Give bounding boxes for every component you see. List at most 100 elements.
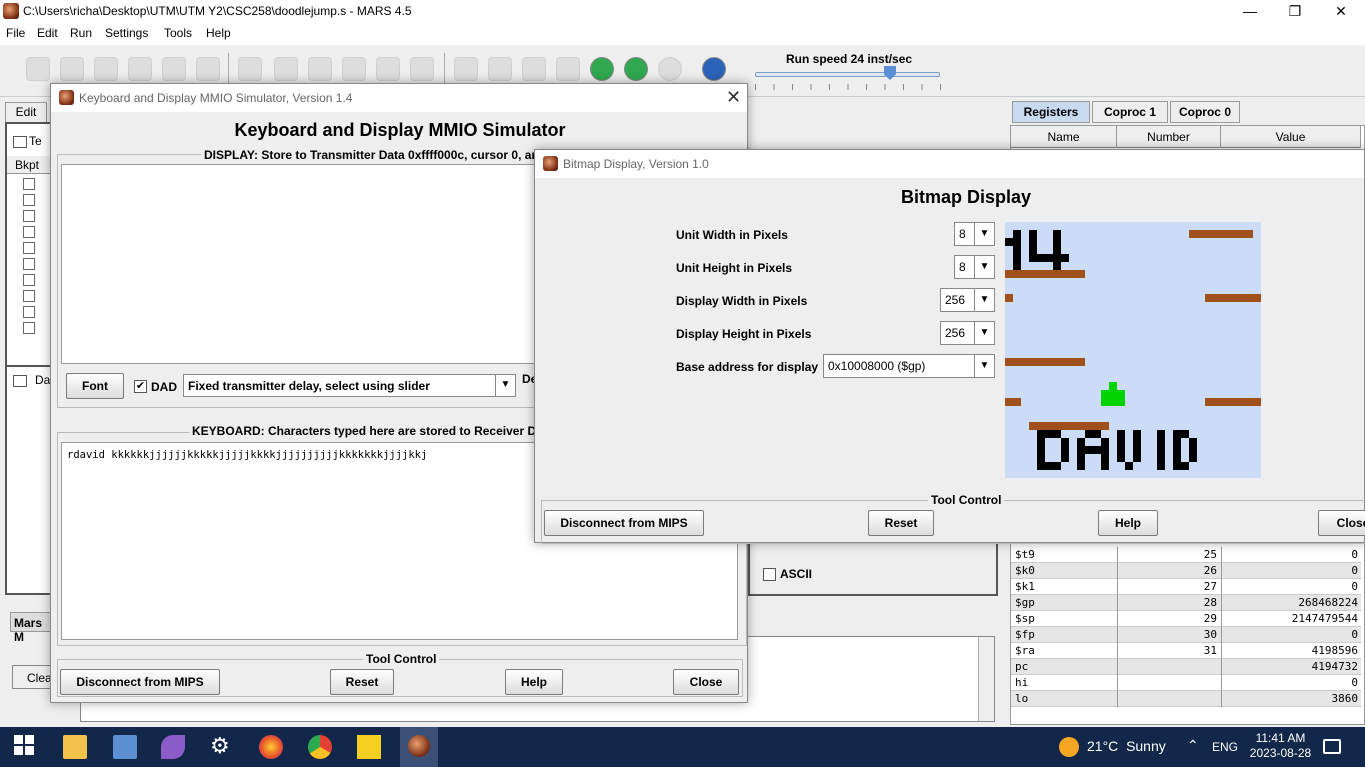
backstep-icon[interactable]: [556, 57, 580, 81]
clear-button[interactable]: Clea: [12, 665, 52, 689]
table-row[interactable]: $k1 27 0: [1011, 579, 1361, 595]
transmitter-delay-select[interactable]: Fixed transmitter delay, select using sl…: [183, 374, 516, 397]
close-button[interactable]: Close: [673, 669, 739, 695]
undo-icon[interactable]: [238, 57, 262, 81]
menu-run[interactable]: Run: [70, 26, 92, 40]
reset-button[interactable]: Reset: [868, 510, 934, 536]
table-row[interactable]: pc 4194732: [1011, 659, 1361, 675]
chrome-icon[interactable]: [308, 735, 332, 759]
text-segment-tab[interactable]: Te: [29, 134, 42, 148]
table-row[interactable]: $gp 28 268468224: [1011, 595, 1361, 611]
ascii-checkbox[interactable]: [763, 568, 776, 581]
breakpoint-checkbox[interactable]: [23, 226, 35, 238]
minimize-button[interactable]: —: [1227, 0, 1273, 23]
print-icon[interactable]: [196, 57, 220, 81]
breakpoint-checkbox[interactable]: [23, 178, 35, 190]
menu-edit[interactable]: Edit: [37, 26, 58, 40]
base-address-select[interactable]: 0x10008000 ($gp) ▼: [823, 354, 995, 378]
menu-settings[interactable]: Settings: [105, 26, 148, 40]
close-window-button[interactable]: ✕: [1318, 0, 1364, 23]
open-file-icon[interactable]: [60, 57, 84, 81]
save-file-icon[interactable]: [94, 57, 118, 81]
language-indicator[interactable]: ENG: [1212, 740, 1238, 754]
tab-registers[interactable]: Registers: [1012, 101, 1090, 123]
desktop-app-icon[interactable]: [113, 735, 137, 759]
dump-memory-icon[interactable]: [162, 57, 186, 81]
assemble-icon[interactable]: [454, 57, 478, 81]
font-button[interactable]: Font: [66, 373, 124, 399]
redo-icon[interactable]: [274, 57, 298, 81]
breakpoint-checkbox[interactable]: [23, 242, 35, 254]
table-row[interactable]: $sp 29 2147479544: [1011, 611, 1361, 627]
disconnect-from-mips-button[interactable]: Disconnect from MIPS: [60, 669, 220, 695]
table-row[interactable]: hi 0: [1011, 675, 1361, 691]
step-icon[interactable]: [522, 57, 546, 81]
sticky-notes-icon[interactable]: [357, 735, 381, 759]
settings-gear-icon[interactable]: ⚙: [210, 735, 234, 759]
table-row[interactable]: $k0 26 0: [1011, 563, 1361, 579]
weather-widget[interactable]: 21°C Sunny: [1087, 738, 1166, 754]
menu-file[interactable]: File: [6, 26, 25, 40]
clock[interactable]: 11:41 AM 2023-08-28: [1248, 731, 1313, 761]
windows-start-icon[interactable]: [14, 735, 38, 759]
file-explorer-icon[interactable]: [63, 735, 87, 759]
tab-edit[interactable]: Edit: [5, 102, 47, 122]
chevron-down-icon[interactable]: ▼: [974, 256, 994, 278]
maximize-button[interactable]: ❐: [1272, 0, 1318, 23]
new-file-icon[interactable]: [26, 57, 50, 81]
tab-coproc1[interactable]: Coproc 1: [1092, 101, 1168, 123]
breakpoint-checkbox[interactable]: [23, 274, 35, 286]
copy-icon[interactable]: [342, 57, 366, 81]
help-button[interactable]: Help: [1098, 510, 1158, 536]
column-name[interactable]: Name: [1011, 126, 1117, 148]
close-icon[interactable]: ✕: [726, 87, 741, 108]
reset-button[interactable]: Reset: [330, 669, 394, 695]
stop-icon[interactable]: [624, 57, 648, 81]
breakpoint-checkbox[interactable]: [23, 258, 35, 270]
chevron-down-icon[interactable]: ▼: [974, 223, 994, 245]
cut-icon[interactable]: [308, 57, 332, 81]
messages-scrollbar[interactable]: [978, 637, 994, 721]
menu-tools[interactable]: Tools: [164, 26, 192, 40]
run-speed-slider[interactable]: [755, 72, 940, 77]
column-number[interactable]: Number: [1117, 126, 1221, 148]
table-row[interactable]: $fp 30 0: [1011, 627, 1361, 643]
firefox-icon[interactable]: [259, 735, 283, 759]
tab-coproc0[interactable]: Coproc 0: [1170, 101, 1240, 123]
help-button[interactable]: Help: [505, 669, 563, 695]
reset-icon[interactable]: [658, 57, 682, 81]
unit-height-select[interactable]: 8 ▼: [954, 255, 995, 279]
display-output-area[interactable]: [61, 164, 541, 364]
feather-app-icon[interactable]: [161, 735, 185, 759]
chevron-down-icon[interactable]: ▼: [974, 322, 994, 344]
paste-icon[interactable]: [376, 57, 400, 81]
display-width-select[interactable]: 256 ▼: [940, 288, 995, 312]
save-as-icon[interactable]: [128, 57, 152, 81]
display-height-select[interactable]: 256 ▼: [940, 321, 995, 345]
menu-help[interactable]: Help: [206, 26, 231, 40]
breakpoint-checkbox[interactable]: [23, 210, 35, 222]
breakpoint-checkbox[interactable]: [23, 194, 35, 206]
table-row[interactable]: lo 3860: [1011, 691, 1361, 707]
close-button[interactable]: Close: [1318, 510, 1365, 536]
help-icon[interactable]: [702, 57, 726, 81]
find-replace-icon[interactable]: [410, 57, 434, 81]
disconnect-from-mips-button[interactable]: Disconnect from MIPS: [544, 510, 704, 536]
unit-width-select[interactable]: 8 ▼: [954, 222, 995, 246]
breakpoint-checkbox[interactable]: [23, 322, 35, 334]
notifications-icon[interactable]: [1323, 739, 1341, 754]
data-segment-tab[interactable]: Da: [35, 373, 50, 387]
breakpoint-checkbox[interactable]: [23, 290, 35, 302]
mars-taskbar-button[interactable]: [400, 727, 438, 767]
run-icon[interactable]: [488, 57, 512, 81]
table-row[interactable]: $t9 25 0: [1011, 547, 1361, 563]
pause-icon[interactable]: [590, 57, 614, 81]
chevron-down-icon[interactable]: ▼: [974, 289, 994, 311]
dad-checkbox[interactable]: ✔: [134, 380, 147, 393]
column-value[interactable]: Value: [1221, 126, 1361, 148]
breakpoint-checkbox[interactable]: [23, 306, 35, 318]
chevron-up-icon[interactable]: ⌃: [1187, 737, 1199, 754]
chevron-down-icon[interactable]: ▼: [495, 375, 515, 396]
chevron-down-icon[interactable]: ▼: [974, 355, 994, 377]
tab-mars-messages[interactable]: Mars M: [10, 612, 55, 644]
